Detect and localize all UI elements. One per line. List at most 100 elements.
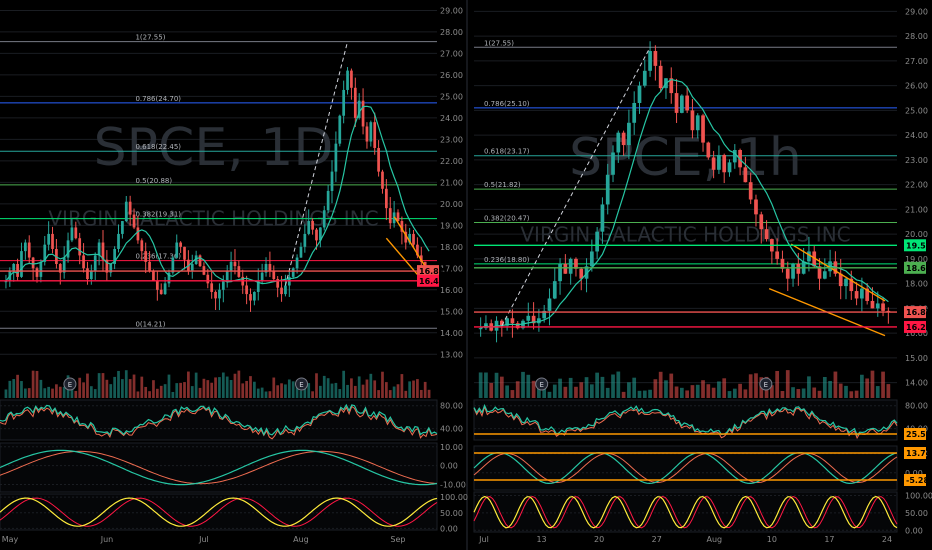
candle-body [51,233,54,249]
volume-bar [489,383,494,398]
volume-bar [595,372,599,398]
volume-bar [272,377,276,398]
candle-body [679,95,684,113]
volume-bar [264,391,268,398]
price-tick-label: 29.00 [905,7,928,16]
volume-bar [249,376,252,398]
volume-bar [31,370,35,398]
price-tick-label: 13.00 [440,350,463,359]
candle-body [140,240,144,252]
price-tick-label: 22.00 [905,181,928,190]
candle-body [253,291,256,301]
candle-body [547,298,552,311]
volume-bar [621,391,626,398]
price-tick-label: 26.00 [905,82,928,91]
volume-bar [8,380,12,398]
candle-body [717,154,721,170]
volume-bar [664,380,668,398]
candle-body [722,154,727,173]
candle-body [690,110,695,131]
price-tick-label: 14.00 [905,379,928,388]
candle-body [245,285,248,295]
volume-bar [860,374,864,398]
time-tick-label: 24 [882,535,892,544]
candle-body [311,221,314,230]
candle-body [175,242,179,258]
volume-bar [833,371,838,398]
volume-bar [39,379,43,398]
volume-bar [748,374,753,398]
time-tick-label: 17 [824,535,834,544]
volume-bar [499,376,504,398]
price-tick-label: 20.00 [905,230,928,239]
candle-body [365,126,369,142]
volume-bar [214,377,217,398]
candle-body [183,246,186,260]
volume-bar [531,380,536,398]
volume-bar [109,384,113,398]
volume-bar [62,386,66,398]
candle-body [86,268,89,280]
volume-bar [589,384,594,398]
candle-body [47,233,50,245]
volume-bar [812,387,817,398]
volume-bar [653,379,658,398]
volume-bar [152,380,155,398]
volume-bar [423,381,427,398]
candle-body [568,258,573,274]
volume-bar [218,377,221,398]
volume-bar [865,378,870,398]
volume-bar [342,370,346,398]
earnings-marker-label: E [68,381,72,389]
candle-body [860,288,864,299]
volume-bar [632,377,637,398]
volume-bar [568,377,573,398]
price-tick-label: 18.00 [440,243,463,252]
volume-bar [637,390,642,398]
candle-body [353,87,357,118]
price-tag-label: 19.55 [906,241,932,250]
volume-bar [35,370,39,398]
volume-bar [319,385,322,398]
volume-bar [605,387,610,398]
candle-body [214,291,217,299]
candle-body [595,231,599,252]
candle-body [144,251,148,262]
volume-bar [838,383,843,398]
price-tag-label: 16.85 [906,308,932,317]
volume-bar [801,388,806,398]
volume-bar [400,374,404,398]
volume-bar [385,382,388,398]
volume-bar [322,375,326,398]
candle-body [82,255,85,269]
fib-level-label: 0.382(20.47) [484,215,530,223]
volume-bar [679,387,684,398]
volume-bar [807,376,811,398]
volume-bar [253,381,256,398]
volume-bar [315,373,318,398]
volume-bar [722,378,727,398]
volume-bar [419,389,423,398]
volume-bar [86,373,89,398]
candle-body [291,268,295,277]
volume-bar [526,374,531,398]
candle-body [31,257,35,269]
candle-body [330,171,334,191]
volume-bar [124,370,128,398]
volume-bar [796,389,801,398]
candle-body [171,257,175,273]
volume-bar [674,386,679,398]
volume-bar [515,381,520,398]
volume-bar [711,387,716,398]
volume-bar [190,386,194,398]
candle-body [552,281,557,299]
candle-body [350,70,353,88]
price-tick-label: 28.00 [905,32,928,41]
volume-bar [326,378,330,398]
volume-bar [330,383,334,398]
volume-bar [20,381,23,398]
price-tick-label: 28.00 [440,28,463,37]
candle-body [249,294,252,301]
candle-body [35,268,39,277]
volume-bar [47,386,50,398]
